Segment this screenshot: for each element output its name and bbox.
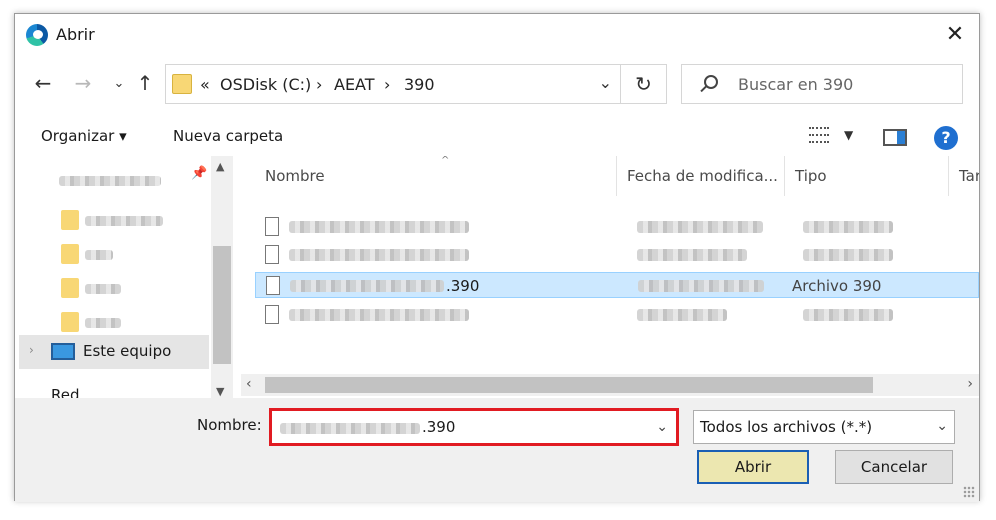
- computer-icon: [51, 343, 75, 360]
- file-icon: [265, 245, 279, 264]
- redacted-label: [85, 284, 121, 294]
- breadcrumb-overflow[interactable]: «: [200, 75, 210, 94]
- view-details-icon[interactable]: [809, 127, 829, 143]
- chevron-down-icon: ⌄: [936, 418, 948, 434]
- file-extension: .390: [446, 277, 480, 295]
- file-type-filter[interactable]: Todos los archivos (*.*) ⌄: [693, 410, 955, 444]
- address-dropdown-icon[interactable]: ⌄: [599, 73, 612, 92]
- recent-locations-chevron-icon[interactable]: ⌄: [107, 76, 131, 91]
- search-icon: [704, 75, 718, 89]
- file-row[interactable]: [255, 302, 979, 328]
- nav-item-folder[interactable]: [15, 272, 211, 304]
- column-header-date[interactable]: Fecha de modifica...: [617, 156, 785, 196]
- organize-button[interactable]: Organizar ▾: [41, 127, 127, 145]
- search-input[interactable]: Buscar en 390: [738, 75, 853, 94]
- nav-item-label: Este equipo: [83, 342, 172, 360]
- new-folder-button[interactable]: Nueva carpeta: [173, 127, 283, 145]
- redacted-date: [638, 280, 764, 292]
- folder-icon: [61, 244, 79, 264]
- chevron-down-icon[interactable]: ⌄: [656, 419, 668, 435]
- folder-icon: [61, 278, 79, 298]
- address-bar[interactable]: « OSDisk (C:) › AEAT › 390 ⌄: [165, 64, 621, 104]
- help-icon[interactable]: ?: [934, 126, 958, 150]
- nav-item-folder[interactable]: [15, 204, 211, 236]
- redacted-date: [637, 309, 727, 321]
- navigation-pane: › Este equipo Red: [15, 156, 233, 402]
- redacted-date: [637, 249, 747, 261]
- redacted-filename: [280, 423, 420, 434]
- nav-item-quick-access[interactable]: [15, 164, 211, 196]
- close-button[interactable]: ✕: [937, 18, 973, 52]
- refresh-button[interactable]: ↻: [621, 64, 667, 104]
- preview-pane-icon[interactable]: [883, 129, 907, 146]
- cancel-button[interactable]: Cancelar: [835, 450, 953, 484]
- redacted-type: [803, 221, 893, 233]
- pin-icon[interactable]: 📌: [191, 166, 207, 181]
- file-icon: [265, 217, 279, 236]
- sort-ascending-icon: ^: [441, 156, 450, 166]
- title-bar: Abrir ✕: [15, 14, 979, 56]
- redacted-filename: [289, 221, 469, 233]
- filter-value: Todos los archivos (*.*): [700, 418, 873, 436]
- file-row-selected[interactable]: .390 Archivo 390: [255, 272, 979, 298]
- command-bar: Organizar ▾ Nueva carpeta ▼ ?: [15, 118, 979, 154]
- window-title: Abrir: [56, 25, 95, 44]
- filename-input[interactable]: .390 ⌄: [269, 408, 679, 446]
- open-button[interactable]: Abrir: [697, 450, 809, 484]
- scroll-down-icon[interactable]: ▼: [216, 385, 224, 398]
- nav-item-folder[interactable]: [15, 238, 211, 270]
- back-arrow-icon[interactable]: ←: [31, 71, 55, 95]
- scroll-left-icon[interactable]: ‹: [246, 376, 252, 392]
- file-list: Nombre ^ Fecha de modifica... Tipo Tar .…: [241, 156, 979, 396]
- redacted-label: [85, 216, 163, 226]
- breadcrumb-separator[interactable]: ›: [316, 75, 322, 94]
- breadcrumb-390[interactable]: 390: [404, 75, 435, 94]
- redacted-type: [803, 309, 893, 321]
- filename-extension: .390: [422, 418, 456, 436]
- search-box[interactable]: Buscar en 390: [681, 64, 963, 104]
- navigation-scrollbar[interactable]: ▲ ▼: [211, 156, 233, 402]
- nav-item-this-pc[interactable]: › Este equipo: [19, 335, 209, 369]
- breadcrumb-osdisk[interactable]: OSDisk (C:): [220, 75, 311, 94]
- redacted-label: [85, 250, 113, 260]
- scroll-up-icon[interactable]: ▲: [216, 160, 224, 173]
- file-type: Archivo 390: [792, 277, 882, 295]
- horizontal-scrollbar[interactable]: ‹ ›: [241, 374, 979, 396]
- breadcrumb-separator[interactable]: ›: [384, 75, 390, 94]
- file-row[interactable]: [255, 242, 979, 268]
- expand-chevron-icon[interactable]: ›: [29, 343, 34, 357]
- forward-arrow-icon[interactable]: →: [71, 71, 95, 95]
- scrollbar-thumb[interactable]: [265, 377, 873, 393]
- redacted-type: [803, 249, 893, 261]
- resize-grip-icon[interactable]: [963, 486, 975, 498]
- redacted-label: [85, 318, 121, 328]
- redacted-filename: [289, 249, 469, 261]
- column-header-size[interactable]: Tar: [949, 156, 979, 196]
- scrollbar-thumb[interactable]: [213, 246, 231, 364]
- folder-icon: [61, 312, 79, 332]
- filename-label: Nombre:: [197, 416, 262, 434]
- file-row[interactable]: [255, 214, 979, 240]
- redacted-date: [637, 221, 763, 233]
- column-header-label: Nombre: [265, 167, 325, 185]
- scroll-right-icon[interactable]: ›: [967, 376, 973, 392]
- column-header-name[interactable]: Nombre ^: [255, 156, 617, 196]
- redacted-label: [59, 176, 161, 186]
- edge-browser-icon: [26, 24, 48, 46]
- up-arrow-icon[interactable]: ↑: [133, 71, 157, 95]
- file-icon: [265, 305, 279, 324]
- breadcrumb-aeat[interactable]: AEAT: [334, 75, 375, 94]
- nav-item-folder[interactable]: [15, 306, 211, 338]
- folder-icon: [61, 210, 79, 230]
- file-icon: [266, 276, 280, 295]
- dialog-footer: Nombre: .390 ⌄ Todos los archivos (*.*) …: [15, 398, 979, 502]
- redacted-filename: [290, 280, 444, 292]
- folder-icon: [172, 74, 192, 94]
- view-options-caret-icon[interactable]: ▼: [844, 128, 853, 142]
- open-file-dialog: Abrir ✕ ← → ⌄ ↑ « OSDisk (C:) › AEAT › 3…: [14, 13, 980, 502]
- column-header-type[interactable]: Tipo: [785, 156, 949, 196]
- redacted-filename: [289, 309, 469, 321]
